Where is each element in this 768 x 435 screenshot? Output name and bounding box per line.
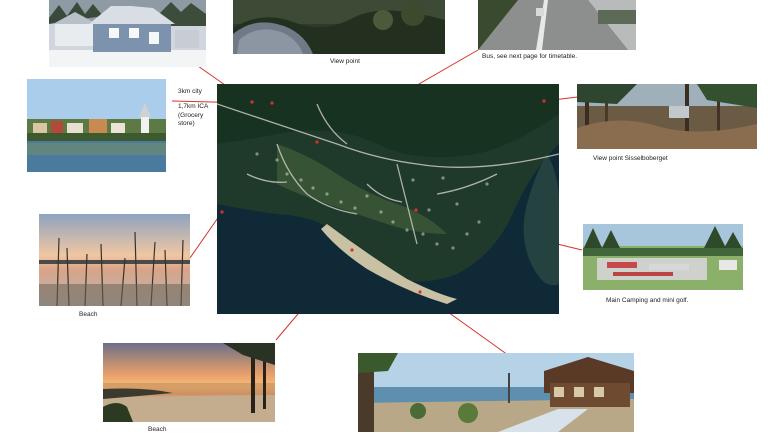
city-photo <box>27 79 166 172</box>
grocery-text-2: store) <box>178 120 195 128</box>
camping-photo <box>583 224 743 290</box>
sisselboberget-caption: View point Sisselboberget <box>593 155 668 162</box>
city-caption: 3km city 1,7km ICA (Grocery store) <box>178 88 208 129</box>
restaurant-photo <box>358 353 634 432</box>
city-distance-text: 3km city <box>178 88 202 95</box>
bus-road-photo <box>478 0 636 50</box>
beach-reeds-photo <box>39 214 190 306</box>
grocery-text-1: (Grocery <box>178 111 204 119</box>
beach-bottom-caption: Beach <box>148 426 167 433</box>
bus-caption: Bus, see next page for timetable. <box>482 53 578 60</box>
house-photo <box>49 0 206 67</box>
beach-left-caption: Beach <box>79 311 98 318</box>
view-point-caption: View point <box>330 58 360 65</box>
sunset-beach-photo <box>103 343 275 422</box>
view-point-photo <box>233 0 445 54</box>
ica-distance-text: 1,7km ICA <box>178 102 209 110</box>
satellite-map <box>217 84 559 314</box>
camping-caption: Main Camping and mini golf. <box>606 297 689 304</box>
sisselboberget-photo <box>577 84 757 149</box>
